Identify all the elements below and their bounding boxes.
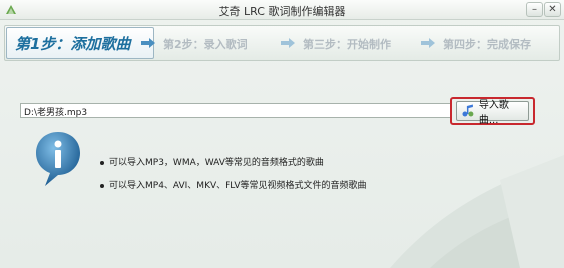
tip-text: 可以导入MP3，WMA，WAV等常见的音频格式的歌曲: [109, 158, 324, 168]
import-song-label: 导入歌曲...: [478, 100, 509, 126]
tip-video-formats: 可以导入MP4、AVI、MKV、FLV等常见视频格式文件的音频歌曲: [100, 178, 367, 191]
step-arrow-icon: [281, 38, 295, 48]
music-note-icon: [462, 104, 474, 117]
step-arrow-icon: [421, 38, 435, 48]
window-title: 艾奇 LRC 歌词制作编辑器: [218, 5, 346, 18]
title-bar[interactable]: 艾奇 LRC 歌词制作编辑器 – ✕: [0, 0, 564, 20]
step-arrow-icon: [141, 38, 155, 48]
file-path-input[interactable]: D:\老男孩.mp3: [20, 103, 451, 118]
bullet-icon: [100, 183, 104, 188]
decorative-background: [390, 155, 564, 268]
close-icon: ✕: [548, 3, 557, 15]
minimize-icon: –: [532, 3, 537, 15]
import-highlight: 导入歌曲...: [450, 97, 535, 126]
step-bar: 第1步：添加歌曲 第2步：录入歌词 第三步：开始制作 第四步：完成保存: [4, 25, 560, 61]
step-1[interactable]: 第1步：添加歌曲: [15, 33, 130, 54]
step-2[interactable]: 第2步：录入歌词: [163, 36, 248, 52]
step-4[interactable]: 第四步：完成保存: [443, 36, 531, 52]
import-song-button[interactable]: 导入歌曲...: [456, 100, 529, 126]
app-window: 艾奇 LRC 歌词制作编辑器 – ✕ 第1步：添加歌曲 第2步：录入歌词 第三步…: [0, 0, 564, 268]
minimize-button[interactable]: –: [526, 2, 543, 17]
bullet-icon: [100, 160, 104, 165]
info-icon: [36, 132, 80, 186]
step-3[interactable]: 第三步：开始制作: [303, 36, 391, 52]
tip-text: 可以导入MP4、AVI、MKV、FLV等常见视频格式文件的音频歌曲: [109, 181, 367, 191]
tip-audio-formats: 可以导入MP3，WMA，WAV等常见的音频格式的歌曲: [100, 155, 324, 168]
close-button[interactable]: ✕: [544, 2, 561, 17]
